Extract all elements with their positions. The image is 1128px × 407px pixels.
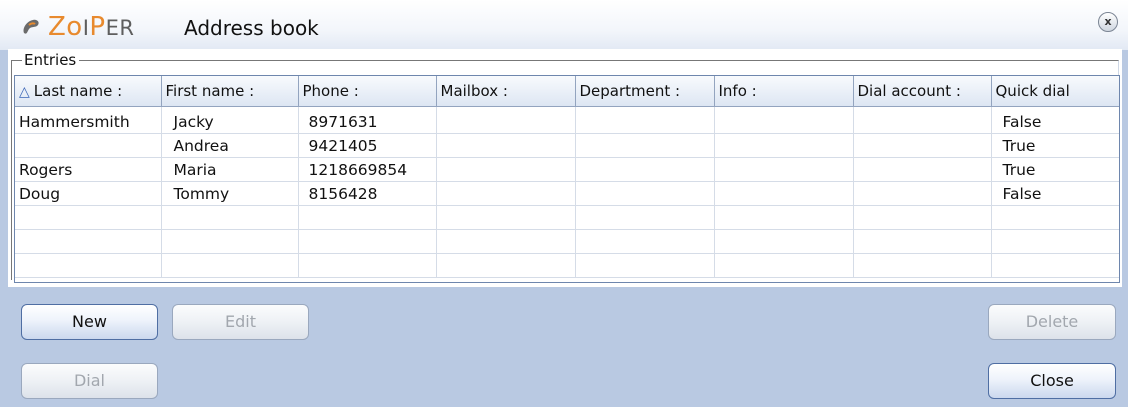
table-row[interactable]: Rogers Maria 1218669854 True (15, 157, 1119, 182)
cell-dial-account (853, 106, 992, 134)
edit-button[interactable]: Edit (172, 304, 309, 340)
cell-first-name (161, 205, 299, 230)
cell-last-name: Rogers (15, 157, 162, 182)
table-row[interactable] (15, 253, 1119, 278)
cell-info (714, 229, 854, 254)
dial-button[interactable]: Dial (21, 363, 158, 399)
cell-mailbox (436, 181, 576, 206)
column-header-department[interactable]: Department : (575, 76, 715, 107)
column-header-first-name[interactable]: First name : (161, 76, 299, 107)
cell-department (575, 106, 715, 134)
cell-first-name: Andrea (161, 133, 299, 158)
cell-last-name: Hammersmith (15, 106, 162, 134)
cell-mailbox (436, 229, 576, 254)
cell-first-name: Tommy (161, 181, 299, 206)
zoiper-logo-icon (23, 19, 39, 34)
cell-last-name (15, 229, 162, 254)
column-header-mailbox[interactable]: Mailbox : (436, 76, 576, 107)
cell-quick-dial: False (991, 181, 1119, 206)
cell-department (575, 133, 715, 158)
cell-phone: 8156428 (298, 181, 437, 206)
delete-button[interactable]: Delete (988, 304, 1116, 340)
table-row[interactable]: Doug Tommy 8156428 False (15, 181, 1119, 206)
cell-dial-account (853, 229, 992, 254)
table-row[interactable] (15, 205, 1119, 230)
cell-department (575, 157, 715, 182)
entries-group: Entries △ Last name : First name : Phone … (8, 49, 1122, 287)
cell-phone: 1218669854 (298, 157, 437, 182)
cell-first-name (161, 253, 299, 278)
cell-quick-dial: True (991, 157, 1119, 182)
column-header-dial-account[interactable]: Dial account : (853, 76, 992, 107)
cell-department (575, 253, 715, 278)
cell-info (714, 253, 854, 278)
cell-quick-dial (991, 229, 1119, 254)
column-header-phone[interactable]: Phone : (298, 76, 437, 107)
window-title: Address book (184, 16, 319, 40)
cell-info (714, 181, 854, 206)
cell-dial-account (853, 133, 992, 158)
cell-quick-dial: True (991, 133, 1119, 158)
cell-first-name (161, 229, 299, 254)
close-button[interactable]: Close (988, 363, 1116, 399)
entries-legend: Entries (22, 50, 80, 70)
table-row[interactable] (15, 229, 1119, 254)
cell-info (714, 205, 854, 230)
table-row[interactable]: Hammersmith Jacky 8971631 False (15, 106, 1119, 134)
cell-mailbox (436, 253, 576, 278)
cell-first-name: Jacky (161, 106, 299, 134)
cell-last-name (15, 253, 162, 278)
cell-phone (298, 253, 437, 278)
header-row: △ Last name : First name : Phone : Mailbo… (15, 76, 1119, 107)
cell-mailbox (436, 106, 576, 134)
cell-phone: 8971631 (298, 106, 437, 134)
address-book-window: ZoIPER Address book x Entries △ Last name… (0, 0, 1128, 407)
cell-info (714, 157, 854, 182)
cell-info (714, 133, 854, 158)
cell-last-name (15, 133, 162, 158)
cell-phone (298, 229, 437, 254)
new-button[interactable]: New (21, 304, 158, 340)
cell-quick-dial (991, 205, 1119, 230)
sort-ascending-icon: △ (19, 84, 30, 100)
cell-last-name: Doug (15, 181, 162, 206)
cell-last-name (15, 205, 162, 230)
column-header-quick-dial[interactable]: Quick dial (991, 76, 1119, 107)
column-header-last-name[interactable]: △ Last name : (15, 76, 162, 107)
cell-department (575, 181, 715, 206)
entries-table: △ Last name : First name : Phone : Mailbo… (15, 76, 1119, 278)
cell-dial-account (853, 253, 992, 278)
cell-department (575, 229, 715, 254)
cell-dial-account (853, 181, 992, 206)
cell-mailbox (436, 205, 576, 230)
cell-department (575, 205, 715, 230)
cell-first-name: Maria (161, 157, 299, 182)
close-icon[interactable]: x (1098, 12, 1118, 32)
cell-phone: 9421405 (298, 133, 437, 158)
cell-mailbox (436, 133, 576, 158)
cell-quick-dial: False (991, 106, 1119, 134)
cell-dial-account (853, 205, 992, 230)
zoiper-brand-logo: ZoIPER (48, 12, 135, 42)
cell-quick-dial (991, 253, 1119, 278)
cell-dial-account (853, 157, 992, 182)
cell-info (714, 106, 854, 134)
column-header-info[interactable]: Info : (714, 76, 854, 107)
cell-phone (298, 205, 437, 230)
table-row[interactable]: Andrea 9421405 True (15, 133, 1119, 158)
address-book-grid[interactable]: △ Last name : First name : Phone : Mailbo… (14, 75, 1120, 283)
title-bar: ZoIPER Address book x (0, 0, 1128, 50)
cell-mailbox (436, 157, 576, 182)
